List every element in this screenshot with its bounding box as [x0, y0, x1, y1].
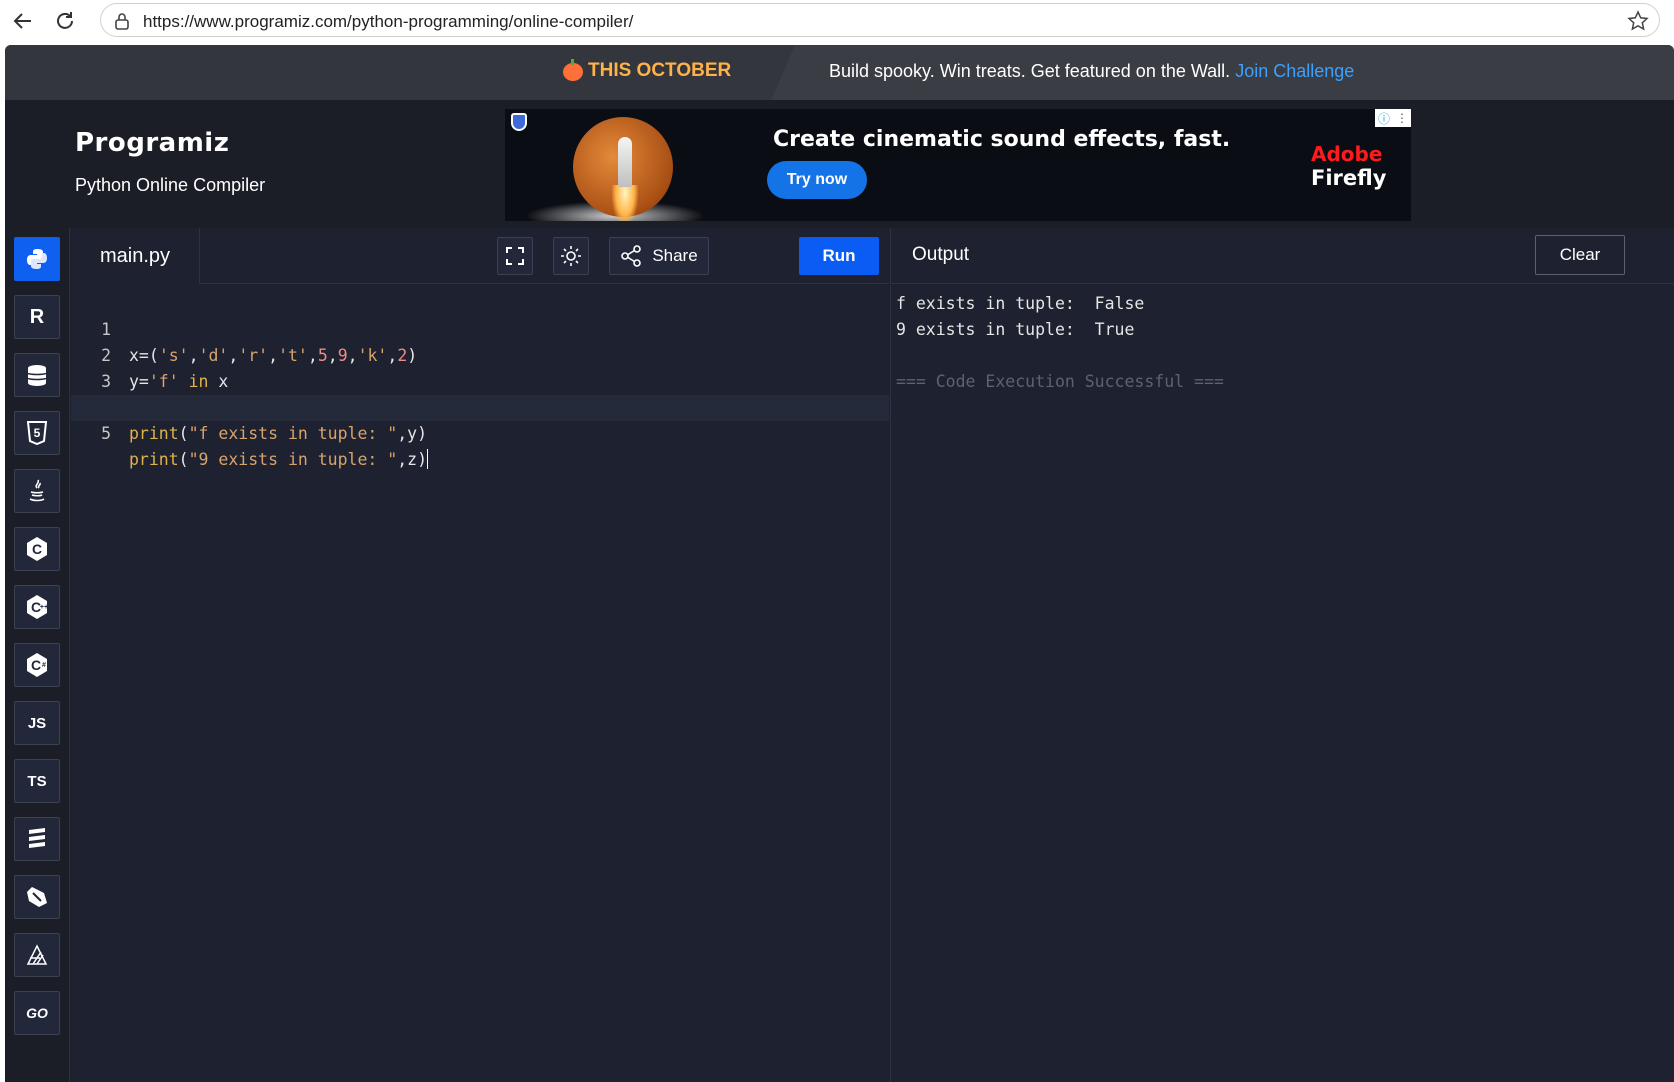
reload-button[interactable] [50, 6, 80, 36]
output-title: Output [912, 244, 970, 265]
line-number: 5 [101, 424, 111, 443]
svg-text:C: C [31, 657, 41, 673]
database-icon [27, 365, 47, 386]
run-button[interactable]: Run [799, 237, 879, 275]
sidebar-item-c[interactable]: C [14, 527, 60, 571]
page-title: Python Online Compiler [75, 175, 266, 195]
code-editor[interactable]: 1 x=('s','d','r','t',5,9,'k',2) 2 y='f' … [71, 285, 889, 1082]
java-icon [29, 479, 45, 502]
promo-banner: THIS OCTOBER Build spooky. Win treats. G… [5, 45, 1674, 100]
fullscreen-button[interactable] [497, 237, 533, 275]
code-text[interactable]: print("f exists in tuple: ",y) [129, 421, 427, 447]
code-line[interactable]: 1 x=('s','d','r','t',5,9,'k',2) [71, 291, 889, 365]
ad-brand-product: Firefly [1311, 166, 1387, 190]
code-line[interactable]: 4 print("f exists in tuple: ",y) [71, 369, 889, 443]
compiler-app: THIS OCTOBER Build spooky. Win treats. G… [5, 45, 1674, 1082]
r-icon: R [29, 305, 45, 328]
python-icon [27, 249, 47, 269]
site-header: Programiz Python Online Compiler Create … [5, 100, 1674, 228]
more-icon[interactable]: ⋮ [1396, 111, 1408, 125]
sidebar-item-go[interactable]: GO [14, 991, 60, 1035]
share-button[interactable]: Share [609, 237, 709, 275]
c-icon: C [27, 537, 47, 561]
ts-icon: TS [27, 772, 47, 790]
fullscreen-icon [506, 247, 524, 265]
promo-title: THIS OCTOBER [588, 60, 732, 81]
shield-icon [511, 113, 527, 131]
sidebar-item-typescript[interactable]: TS [14, 759, 60, 803]
go-icon: GO [26, 1005, 48, 1021]
swift-icon [29, 828, 45, 848]
clear-button[interactable]: Clear [1535, 235, 1625, 275]
output-line: 9 exists in tuple: True [896, 320, 1135, 339]
reload-icon [57, 12, 73, 29]
programiz-logo[interactable]: Programiz [75, 128, 229, 158]
cpp-icon: C++ [27, 595, 48, 619]
execution-status: === Code Execution Successful === [896, 372, 1224, 391]
editor-toolbar: main.py Share Run [71, 228, 889, 284]
csharp-icon: C # [27, 653, 47, 677]
ad-brand-name: Adobe [1311, 142, 1383, 166]
sidebar-item-html[interactable]: 5 [14, 411, 60, 455]
svg-text:C: C [32, 541, 42, 557]
ad-headline: Create cinematic sound effects, fast. [773, 127, 1231, 152]
sidebar-item-swift[interactable] [14, 817, 60, 861]
rocket-image [618, 137, 632, 187]
js-icon: JS [27, 714, 47, 732]
advertisement[interactable]: Create cinematic sound effects, fast. Tr… [505, 109, 1411, 221]
info-icon[interactable]: ⓘ [1378, 110, 1390, 127]
html5-icon: 5 [26, 421, 48, 445]
share-label: Share [652, 246, 698, 265]
language-sidebar: R 5 C C ++ C # JS TS GO [5, 228, 70, 1082]
svg-text:++: ++ [40, 604, 48, 611]
ad-try-now-button[interactable]: Try now [767, 161, 867, 199]
sidebar-item-cpp[interactable]: C ++ [14, 585, 60, 629]
browser-toolbar: https://www.programiz.com/python-program… [0, 0, 1674, 42]
text-cursor [427, 449, 429, 469]
sidebar-item-csharp[interactable]: C # [14, 643, 60, 687]
pumpkin-icon [563, 59, 583, 81]
share-icon [621, 245, 642, 267]
sidebar-item-dart[interactable] [14, 875, 60, 919]
output-line: f exists in tuple: False [896, 294, 1145, 313]
output-header: Output Clear [890, 228, 1674, 284]
dart-icon [27, 887, 47, 907]
kotlin-icon [26, 944, 48, 965]
join-challenge-link[interactable]: Join Challenge [1235, 61, 1354, 81]
sidebar-item-sql[interactable] [14, 353, 60, 397]
sidebar-item-java[interactable] [14, 469, 60, 513]
code-line[interactable]: 3 z=9 in x [71, 343, 889, 417]
bookmark-star-icon[interactable] [1627, 10, 1649, 32]
sun-icon [561, 246, 581, 266]
theme-toggle-button[interactable] [553, 237, 589, 275]
site-info-icon[interactable] [113, 12, 131, 30]
output-console[interactable]: f exists in tuple: False 9 exists in tup… [890, 285, 1674, 1082]
sidebar-item-r[interactable]: R [14, 295, 60, 339]
sidebar-item-python[interactable] [14, 237, 60, 281]
promo-text: Build spooky. Win treats. Get featured o… [829, 61, 1355, 81]
tab-main-py[interactable]: main.py [71, 228, 200, 284]
code-line[interactable]: 2 y='f' in x [71, 317, 889, 391]
back-arrow-icon [13, 13, 31, 29]
code-text[interactable]: print("9 exists in tuple: ",z) [129, 447, 429, 473]
svg-text:#: # [42, 662, 46, 669]
code-line-current[interactable]: 5 print("9 exists in tuple: ",z) [71, 395, 889, 469]
svg-text:5: 5 [34, 426, 41, 440]
url-text[interactable]: https://www.programiz.com/python-program… [143, 12, 633, 32]
sidebar-item-javascript[interactable]: JS [14, 701, 60, 745]
sidebar-item-kotlin[interactable] [14, 933, 60, 977]
back-button[interactable] [8, 6, 38, 36]
ad-choices[interactable]: ⓘ ⋮ [1375, 109, 1411, 127]
address-bar[interactable]: https://www.programiz.com/python-program… [100, 3, 1660, 37]
